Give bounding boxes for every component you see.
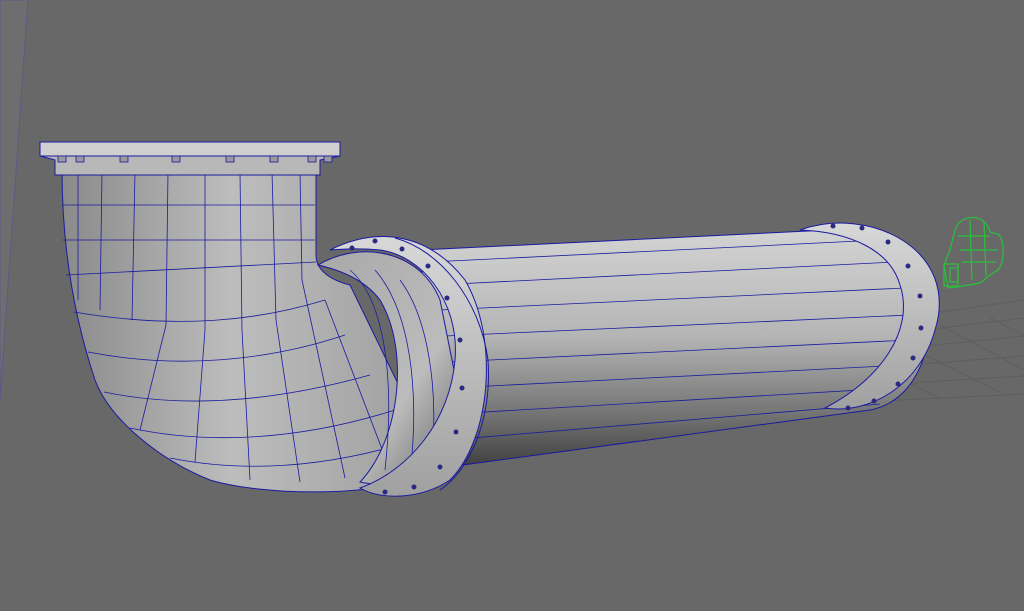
viewport-scene[interactable] xyxy=(0,0,1024,611)
pipe-elbow[interactable] xyxy=(61,169,441,493)
flange-top[interactable] xyxy=(39,141,341,176)
3d-viewport[interactable] xyxy=(0,0,1024,611)
camera-helper-icon[interactable] xyxy=(943,216,1004,289)
scene-edge-object xyxy=(0,0,29,401)
pipe-straight[interactable] xyxy=(419,227,931,469)
